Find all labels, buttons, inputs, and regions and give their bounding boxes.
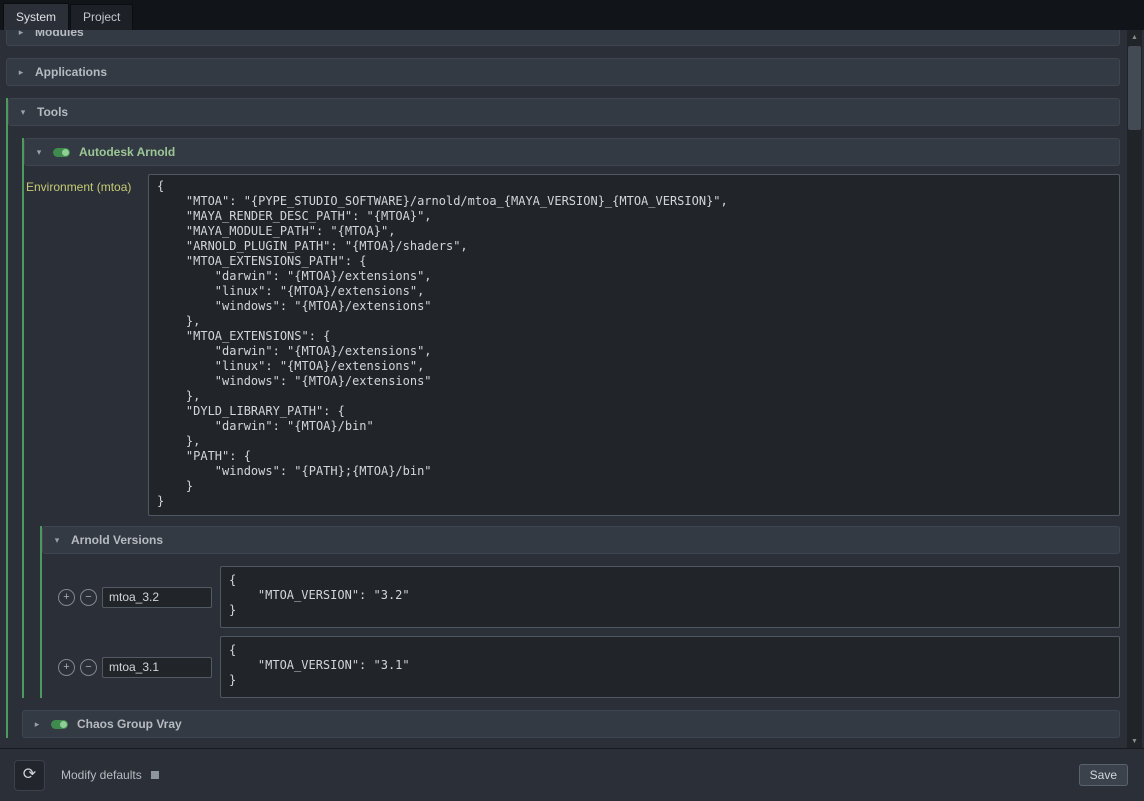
environment-row: Environment (mtoa) { "MTOA": "{PYPE_STUD…	[26, 174, 1120, 516]
section-header-modules[interactable]: ▸ Modules	[6, 30, 1120, 46]
tool-title-arnold: Autodesk Arnold	[79, 145, 175, 159]
section-title-arnold-versions: Arnold Versions	[71, 533, 163, 547]
section-title-modules: Modules	[35, 30, 84, 39]
save-button[interactable]: Save	[1079, 764, 1128, 786]
tool-header-vray[interactable]: ▸ Chaos Group Vray	[22, 710, 1120, 738]
arnold-versions-group: ▾ Arnold Versions + − { "MTOA_VERSION": …	[40, 526, 1120, 698]
environment-label: Environment (mtoa)	[26, 174, 148, 516]
tool-header-arnold[interactable]: ▾ Autodesk Arnold	[24, 138, 1120, 166]
chevron-down-icon: ▾	[52, 536, 62, 545]
tab-project[interactable]: Project	[70, 4, 133, 30]
chevron-down-icon: ▾	[18, 108, 28, 117]
section-header-tools[interactable]: ▾ Tools	[8, 98, 1120, 126]
section-tools: ▾ Tools ▾ Autodesk Arnold	[6, 98, 1120, 738]
chevron-right-icon: ▸	[16, 30, 26, 37]
settings-scroll-area: ▸ Modules ▸ Applications ▾ Tools ▾	[0, 30, 1144, 748]
scrollbar[interactable]: ▲ ▼	[1127, 30, 1142, 748]
tool-group-arnold: ▾ Autodesk Arnold Environment (mtoa) { "…	[22, 138, 1120, 698]
tools-body: ▾ Autodesk Arnold Environment (mtoa) { "…	[8, 138, 1120, 738]
section-header-applications[interactable]: ▸ Applications	[6, 58, 1120, 86]
version-name-input[interactable]	[102, 587, 212, 608]
remove-version-button[interactable]: −	[80, 589, 97, 606]
chevron-right-icon: ▸	[32, 720, 42, 729]
remove-version-button[interactable]: −	[80, 659, 97, 676]
tab-bar: System Project	[0, 0, 1144, 30]
version-row-mtoa-3-1: + − { "MTOA_VERSION": "3.1" }	[58, 636, 1120, 698]
scrollbar-up-button[interactable]: ▲	[1127, 30, 1142, 44]
section-header-arnold-versions[interactable]: ▾ Arnold Versions	[42, 526, 1120, 554]
tab-system[interactable]: System	[3, 3, 69, 30]
refresh-button[interactable]: ⟳	[14, 760, 45, 791]
version-json-editor[interactable]: { "MTOA_VERSION": "3.2" }	[220, 566, 1120, 628]
arnold-body: Environment (mtoa) { "MTOA": "{PYPE_STUD…	[24, 174, 1120, 698]
version-row-mtoa-3-2: + − { "MTOA_VERSION": "3.2" }	[58, 566, 1120, 628]
environment-json-editor[interactable]: { "MTOA": "{PYPE_STUDIO_SOFTWARE}/arnold…	[148, 174, 1120, 516]
add-version-button[interactable]: +	[58, 659, 75, 676]
tool-title-vray: Chaos Group Vray	[77, 717, 182, 731]
version-json-editor[interactable]: { "MTOA_VERSION": "3.1" }	[220, 636, 1120, 698]
modify-defaults-checkbox[interactable]	[151, 771, 159, 779]
version-name-input[interactable]	[102, 657, 212, 678]
chevron-down-icon: ▾	[34, 148, 44, 157]
scrollbar-down-button[interactable]: ▼	[1127, 734, 1142, 748]
section-title-tools: Tools	[37, 105, 68, 119]
settings-window: System Project ▸ Modules ▸ Applications …	[0, 0, 1144, 801]
scrollbar-thumb[interactable]	[1128, 46, 1141, 130]
section-title-applications: Applications	[35, 65, 107, 79]
add-version-button[interactable]: +	[58, 589, 75, 606]
chevron-right-icon: ▸	[16, 68, 26, 77]
settings-content: ▸ Modules ▸ Applications ▾ Tools ▾	[6, 30, 1120, 748]
arnold-versions-body: + − { "MTOA_VERSION": "3.2" } + −	[42, 566, 1120, 698]
arnold-enabled-toggle[interactable]	[53, 148, 70, 157]
refresh-icon: ⟳	[23, 766, 36, 783]
modify-defaults-label: Modify defaults	[61, 768, 142, 782]
vray-enabled-toggle[interactable]	[51, 720, 68, 729]
footer-bar: ⟳ Modify defaults Save	[0, 748, 1144, 801]
